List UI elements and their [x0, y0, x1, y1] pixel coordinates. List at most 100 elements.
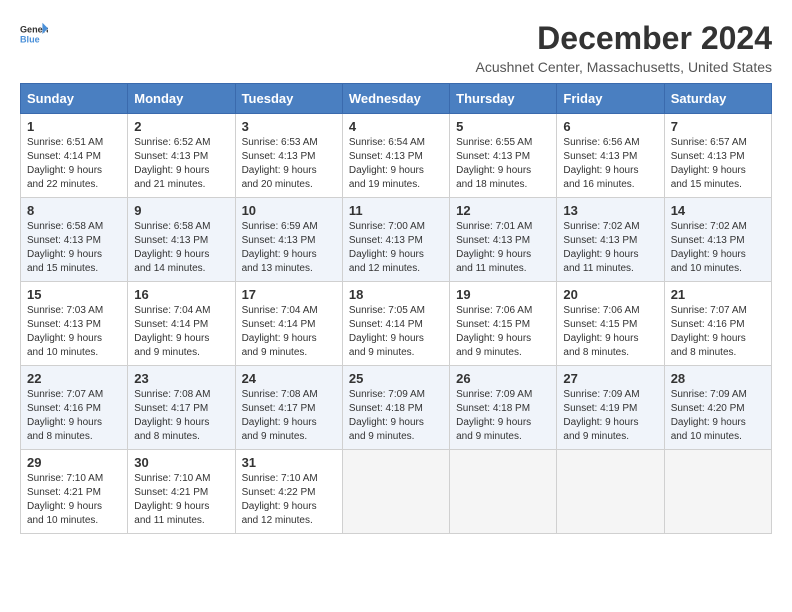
day-detail: Sunrise: 6:59 AMSunset: 4:13 PMDaylight:… — [242, 220, 336, 276]
day-detail: Sunrise: 7:07 AMSunset: 4:16 PMDaylight:… — [671, 304, 765, 360]
calendar-cell: 31 Sunrise: 7:10 AMSunset: 4:22 PMDayligh… — [235, 450, 342, 534]
day-number: 1 — [27, 119, 121, 134]
calendar-cell — [557, 450, 664, 534]
day-number: 19 — [456, 287, 550, 302]
day-detail: Sunrise: 7:08 AMSunset: 4:17 PMDaylight:… — [242, 388, 336, 444]
day-detail: Sunrise: 7:06 AMSunset: 4:15 PMDaylight:… — [563, 304, 657, 360]
day-number: 28 — [671, 371, 765, 386]
day-number: 27 — [563, 371, 657, 386]
calendar-cell: 30Sunrise: 7:10 AMSunset: 4:21 PMDayligh… — [128, 450, 235, 534]
logo: General Blue — [20, 20, 48, 48]
calendar-cell: 16 Sunrise: 7:04 AMSunset: 4:14 PMDayligh… — [128, 282, 235, 366]
calendar-cell: 27 Sunrise: 7:09 AMSunset: 4:19 PMDayligh… — [557, 366, 664, 450]
day-number: 10 — [242, 203, 336, 218]
calendar-cell: 21Sunrise: 7:07 AMSunset: 4:16 PMDayligh… — [664, 282, 771, 366]
calendar-cell: 22 Sunrise: 7:07 AMSunset: 4:16 PMDayligh… — [21, 366, 128, 450]
calendar-week-3: 15 Sunrise: 7:03 AMSunset: 4:13 PMDayligh… — [21, 282, 772, 366]
calendar-header-row: SundayMondayTuesdayWednesdayThursdayFrid… — [21, 84, 772, 114]
day-number: 9 — [134, 203, 228, 218]
day-detail: Sunrise: 6:56 AMSunset: 4:13 PMDaylight:… — [563, 136, 657, 192]
day-detail: Sunrise: 7:04 AMSunset: 4:14 PMDaylight:… — [134, 304, 228, 360]
day-detail: Sunrise: 7:02 AMSunset: 4:13 PMDaylight:… — [563, 220, 657, 276]
title-section: December 2024 Acushnet Center, Massachus… — [476, 20, 773, 75]
calendar-cell: 20 Sunrise: 7:06 AMSunset: 4:15 PMDayligh… — [557, 282, 664, 366]
header-wednesday: Wednesday — [342, 84, 449, 114]
day-number: 30 — [134, 455, 228, 470]
calendar-cell: 6 Sunrise: 6:56 AMSunset: 4:13 PMDaylight… — [557, 114, 664, 198]
day-number: 31 — [242, 455, 336, 470]
day-number: 8 — [27, 203, 121, 218]
calendar-cell: 23 Sunrise: 7:08 AMSunset: 4:17 PMDayligh… — [128, 366, 235, 450]
day-detail: Sunrise: 6:58 AMSunset: 4:13 PMDaylight:… — [134, 220, 228, 276]
day-detail: Sunrise: 6:53 AMSunset: 4:13 PMDaylight:… — [242, 136, 336, 192]
calendar-cell: 10 Sunrise: 6:59 AMSunset: 4:13 PMDayligh… — [235, 198, 342, 282]
day-detail: Sunrise: 7:10 AMSunset: 4:22 PMDaylight:… — [242, 472, 336, 528]
header-tuesday: Tuesday — [235, 84, 342, 114]
day-number: 6 — [563, 119, 657, 134]
day-number: 29 — [27, 455, 121, 470]
day-number: 24 — [242, 371, 336, 386]
calendar-week-5: 29 Sunrise: 7:10 AMSunset: 4:21 PMDayligh… — [21, 450, 772, 534]
calendar-cell: 25 Sunrise: 7:09 AMSunset: 4:18 PMDayligh… — [342, 366, 449, 450]
day-number: 2 — [134, 119, 228, 134]
calendar-cell: 9 Sunrise: 6:58 AMSunset: 4:13 PMDaylight… — [128, 198, 235, 282]
day-number: 18 — [349, 287, 443, 302]
calendar-cell — [664, 450, 771, 534]
day-number: 22 — [27, 371, 121, 386]
day-detail: Sunrise: 7:01 AMSunset: 4:13 PMDaylight:… — [456, 220, 550, 276]
day-number: 23 — [134, 371, 228, 386]
day-number: 15 — [27, 287, 121, 302]
day-number: 25 — [349, 371, 443, 386]
header-sunday: Sunday — [21, 84, 128, 114]
calendar-cell: 12Sunrise: 7:01 AMSunset: 4:13 PMDayligh… — [450, 198, 557, 282]
calendar-cell: 13Sunrise: 7:02 AMSunset: 4:13 PMDayligh… — [557, 198, 664, 282]
day-detail: Sunrise: 6:58 AMSunset: 4:13 PMDaylight:… — [27, 220, 121, 276]
day-detail: Sunrise: 7:03 AMSunset: 4:13 PMDaylight:… — [27, 304, 121, 360]
month-title: December 2024 — [476, 20, 773, 57]
day-detail: Sunrise: 6:51 AMSunset: 4:14 PMDaylight:… — [27, 136, 121, 192]
calendar-cell: 5 Sunrise: 6:55 AMSunset: 4:13 PMDaylight… — [450, 114, 557, 198]
calendar-cell: 26 Sunrise: 7:09 AMSunset: 4:18 PMDayligh… — [450, 366, 557, 450]
day-detail: Sunrise: 7:02 AMSunset: 4:13 PMDaylight:… — [671, 220, 765, 276]
day-number: 4 — [349, 119, 443, 134]
calendar-cell: 28 Sunrise: 7:09 AMSunset: 4:20 PMDayligh… — [664, 366, 771, 450]
calendar-week-4: 22 Sunrise: 7:07 AMSunset: 4:16 PMDayligh… — [21, 366, 772, 450]
day-detail: Sunrise: 7:09 AMSunset: 4:18 PMDaylight:… — [456, 388, 550, 444]
calendar-cell: 18Sunrise: 7:05 AMSunset: 4:14 PMDayligh… — [342, 282, 449, 366]
day-detail: Sunrise: 7:09 AMSunset: 4:19 PMDaylight:… — [563, 388, 657, 444]
calendar-cell: 7 Sunrise: 6:57 AMSunset: 4:13 PMDaylight… — [664, 114, 771, 198]
day-number: 16 — [134, 287, 228, 302]
calendar-cell: 8 Sunrise: 6:58 AMSunset: 4:13 PMDaylight… — [21, 198, 128, 282]
calendar-cell: 1 Sunrise: 6:51 AMSunset: 4:14 PMDaylight… — [21, 114, 128, 198]
header-saturday: Saturday — [664, 84, 771, 114]
day-number: 11 — [349, 203, 443, 218]
calendar-cell: 24 Sunrise: 7:08 AMSunset: 4:17 PMDayligh… — [235, 366, 342, 450]
calendar-cell: 3 Sunrise: 6:53 AMSunset: 4:13 PMDaylight… — [235, 114, 342, 198]
calendar-cell: 11 Sunrise: 7:00 AMSunset: 4:13 PMDayligh… — [342, 198, 449, 282]
day-detail: Sunrise: 6:55 AMSunset: 4:13 PMDaylight:… — [456, 136, 550, 192]
day-number: 20 — [563, 287, 657, 302]
day-number: 26 — [456, 371, 550, 386]
calendar-cell — [450, 450, 557, 534]
header-friday: Friday — [557, 84, 664, 114]
header-monday: Monday — [128, 84, 235, 114]
location: Acushnet Center, Massachusetts, United S… — [476, 59, 773, 75]
day-detail: Sunrise: 7:10 AMSunset: 4:21 PMDaylight:… — [27, 472, 121, 528]
day-detail: Sunrise: 7:08 AMSunset: 4:17 PMDaylight:… — [134, 388, 228, 444]
day-number: 7 — [671, 119, 765, 134]
day-detail: Sunrise: 7:07 AMSunset: 4:16 PMDaylight:… — [27, 388, 121, 444]
day-detail: Sunrise: 7:09 AMSunset: 4:18 PMDaylight:… — [349, 388, 443, 444]
calendar-cell: 14 Sunrise: 7:02 AMSunset: 4:13 PMDayligh… — [664, 198, 771, 282]
day-number: 14 — [671, 203, 765, 218]
header-thursday: Thursday — [450, 84, 557, 114]
logo-icon: General Blue — [20, 20, 48, 48]
day-detail: Sunrise: 6:57 AMSunset: 4:13 PMDaylight:… — [671, 136, 765, 192]
day-detail: Sunrise: 7:09 AMSunset: 4:20 PMDaylight:… — [671, 388, 765, 444]
calendar-cell: 17Sunrise: 7:04 AMSunset: 4:14 PMDayligh… — [235, 282, 342, 366]
day-number: 3 — [242, 119, 336, 134]
day-number: 5 — [456, 119, 550, 134]
page-header: General Blue December 2024 Acushnet Cent… — [20, 20, 772, 75]
calendar-week-2: 8 Sunrise: 6:58 AMSunset: 4:13 PMDaylight… — [21, 198, 772, 282]
calendar-cell: 15 Sunrise: 7:03 AMSunset: 4:13 PMDayligh… — [21, 282, 128, 366]
day-detail: Sunrise: 7:00 AMSunset: 4:13 PMDaylight:… — [349, 220, 443, 276]
